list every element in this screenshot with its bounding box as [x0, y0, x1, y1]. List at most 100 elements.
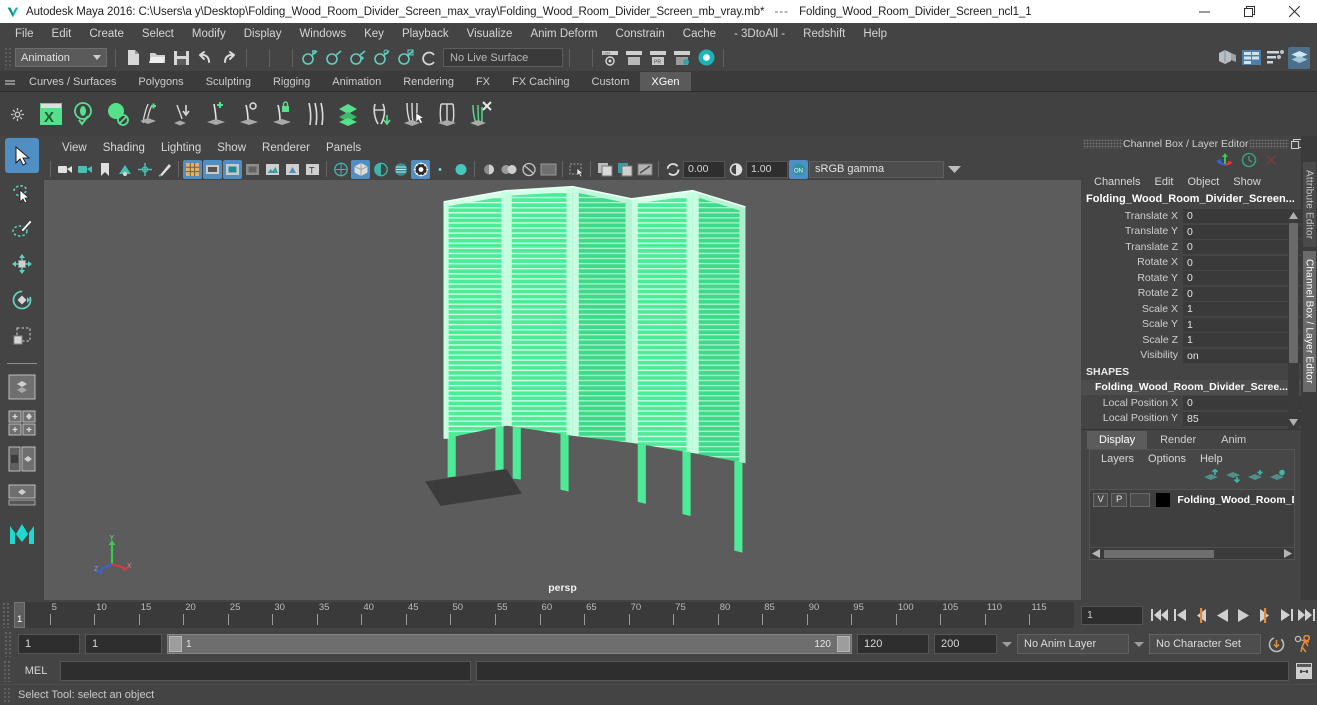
- exposure-reset-icon[interactable]: [663, 160, 682, 179]
- xgen-select-primitives-icon[interactable]: [397, 96, 430, 132]
- tab-display-layers[interactable]: Display: [1087, 431, 1148, 449]
- perspective-viewport[interactable]: Y Z X persp: [44, 180, 1081, 600]
- channel-row[interactable]: Translate Y 0: [1081, 223, 1301, 240]
- snapshot-icon[interactable]: [615, 160, 634, 179]
- shelf-tab-animation[interactable]: Animation: [321, 72, 393, 91]
- scroll-down-arrow-icon[interactable]: [1288, 416, 1299, 429]
- channel-value[interactable]: 1: [1183, 332, 1301, 348]
- xgen-disable-description-icon[interactable]: [100, 96, 133, 132]
- step-back-key-button[interactable]: [1170, 604, 1191, 626]
- render-settings-button[interactable]: [671, 47, 693, 69]
- xgen-guide-options-icon[interactable]: [232, 96, 265, 132]
- multisample-icon[interactable]: [499, 160, 518, 179]
- xgen-select-guides-icon[interactable]: [166, 96, 199, 132]
- script-editor-button[interactable]: [1294, 661, 1314, 681]
- play-forwards-button[interactable]: [1233, 604, 1254, 626]
- open-scene-button[interactable]: [146, 47, 168, 69]
- snap-to-point-button[interactable]: [347, 47, 369, 69]
- xgen-add-guide-icon[interactable]: [199, 96, 232, 132]
- helpline-drag-handle[interactable]: [3, 686, 12, 704]
- delete-key-icon[interactable]: [1263, 152, 1279, 173]
- copy-render-icon[interactable]: [595, 160, 614, 179]
- commandline-drag-handle[interactable]: [3, 660, 12, 682]
- menu-key[interactable]: Key: [355, 25, 393, 43]
- go-to-start-button[interactable]: [1149, 604, 1170, 626]
- menu-redshift[interactable]: Redshift: [794, 25, 854, 43]
- gamma-reset-icon[interactable]: [726, 160, 745, 179]
- paint-select-tool-button[interactable]: [5, 210, 39, 245]
- scroll-left-arrow-icon[interactable]: [1092, 549, 1100, 558]
- irr-render-button[interactable]: [623, 47, 645, 69]
- channel-row[interactable]: Scale X 1: [1081, 301, 1301, 317]
- snap-to-curve-button[interactable]: [323, 47, 345, 69]
- channel-value[interactable]: 1: [1183, 316, 1301, 332]
- menu-create[interactable]: Create: [80, 25, 133, 43]
- step-forward-key-button[interactable]: [1275, 604, 1296, 626]
- live-surface-field[interactable]: No Live Surface: [443, 48, 563, 67]
- gate-mask-icon[interactable]: [243, 160, 262, 179]
- channel-row[interactable]: Scale Z 1: [1081, 332, 1301, 348]
- tab-anim-layers[interactable]: Anim: [1209, 431, 1259, 449]
- layer-type-toggle[interactable]: [1129, 492, 1151, 507]
- channel-row[interactable]: Rotate Y 0: [1081, 270, 1301, 286]
- channelbox-menu-channels[interactable]: Channels: [1087, 175, 1147, 189]
- layer-menu-help[interactable]: Help: [1193, 452, 1230, 466]
- channel-row[interactable]: Scale Y 1: [1081, 316, 1301, 333]
- move-layer-down-icon[interactable]: [1225, 469, 1242, 488]
- xgen-groom-icon[interactable]: [364, 96, 397, 132]
- hscrollbar-thumb[interactable]: [1104, 549, 1214, 558]
- statusline-drag-handle[interactable]: [4, 46, 13, 69]
- layout-single-perspective-button[interactable]: [5, 371, 39, 403]
- viewport-menu-view[interactable]: View: [54, 140, 95, 156]
- ambient-occlusion-icon[interactable]: [451, 160, 470, 179]
- rotate-tool-button[interactable]: [5, 282, 39, 317]
- range-slider-bar[interactable]: 1 120: [167, 634, 852, 654]
- scroll-up-arrow-icon[interactable]: [1288, 209, 1299, 222]
- xgen-create-description-icon[interactable]: [67, 96, 100, 132]
- layer-playback-toggle[interactable]: P: [1111, 492, 1127, 507]
- texture-shading-icon[interactable]: [391, 160, 410, 179]
- move-tool-button[interactable]: [5, 246, 39, 281]
- range-start-handle[interactable]: [169, 636, 182, 652]
- resolution-gate-icon[interactable]: [223, 159, 242, 179]
- animation-start-time-field[interactable]: 1: [18, 634, 80, 654]
- panel-drag-handle-right[interactable]: [1248, 139, 1289, 149]
- shelf-tab-fx[interactable]: FX: [464, 72, 502, 91]
- xgen-delete-primitives-icon[interactable]: [463, 96, 496, 132]
- menu-visualize[interactable]: Visualize: [458, 25, 522, 43]
- layer-menu-options[interactable]: Options: [1141, 452, 1193, 466]
- lasso-tool-button[interactable]: [5, 174, 39, 209]
- time-field-icon[interactable]: [1241, 152, 1257, 173]
- channel-value[interactable]: 0: [1183, 239, 1301, 255]
- menu-file[interactable]: File: [6, 25, 43, 43]
- channel-value[interactable]: 0: [1183, 223, 1301, 239]
- menu-edit[interactable]: Edit: [43, 25, 81, 43]
- render-region-icon[interactable]: [635, 160, 654, 179]
- current-frame-field[interactable]: 1: [1081, 605, 1143, 625]
- use-all-lights-icon[interactable]: [411, 159, 430, 179]
- channel-value[interactable]: 0: [1183, 254, 1301, 270]
- character-set-dropdown-arrow[interactable]: [1134, 641, 1144, 647]
- animation-preferences-button[interactable]: [1292, 633, 1313, 655]
- range-start-time-field[interactable]: 1: [85, 634, 162, 654]
- color-space-dropdown-arrow[interactable]: [945, 161, 963, 178]
- grease-pencil-icon[interactable]: [155, 160, 174, 179]
- create-new-layer-icon[interactable]: [1247, 469, 1264, 488]
- snap-to-view-plane-button[interactable]: [395, 47, 417, 69]
- axis-color-icon[interactable]: [1215, 152, 1235, 173]
- image-plane-icon[interactable]: [115, 160, 134, 179]
- viewport-menu-show[interactable]: Show: [209, 140, 254, 156]
- animation-end-time-field[interactable]: 200: [934, 634, 997, 654]
- move-layer-up-icon[interactable]: [1203, 468, 1220, 488]
- layer-color-swatch[interactable]: [1156, 492, 1171, 507]
- channel-value[interactable]: 0: [1183, 208, 1301, 224]
- film-gate-icon[interactable]: [203, 159, 222, 179]
- shelf-tab-sculpting[interactable]: Sculpting: [194, 72, 262, 91]
- show-hide-modeling-toolkit-button[interactable]: [1216, 47, 1238, 69]
- layer-name[interactable]: Folding_Wood_Room_D: [1177, 494, 1294, 506]
- camera-attributes-icon[interactable]: [75, 160, 94, 179]
- viewport-menu-renderer[interactable]: Renderer: [254, 140, 318, 156]
- scroll-right-arrow-icon[interactable]: [1284, 549, 1292, 558]
- tab-render-layers[interactable]: Render: [1148, 431, 1209, 449]
- layout-four-view-button[interactable]: [5, 407, 39, 439]
